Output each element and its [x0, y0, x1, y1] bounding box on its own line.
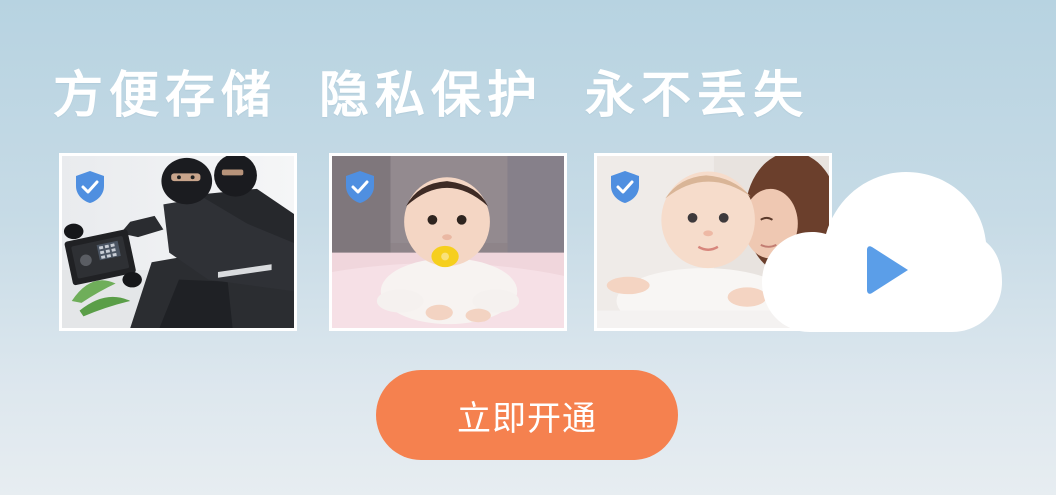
headline-storage: 方便存储: [53, 66, 277, 124]
shield-check-icon: [76, 171, 104, 203]
activate-now-label: 立即开通: [457, 398, 597, 439]
shield-check-icon: [611, 171, 639, 203]
headline-privacy: 隐私保护: [319, 66, 543, 124]
play-icon[interactable]: [866, 243, 912, 297]
thumbnail-baby: [329, 153, 567, 331]
headline: 方便存储 隐私保护 永不丢失: [53, 58, 809, 124]
shield-check-icon: [346, 171, 374, 203]
thumbnail-burglar: [59, 153, 297, 331]
headline-never-lost: 永不丢失: [585, 66, 809, 124]
activate-now-button[interactable]: 立即开通: [376, 370, 678, 460]
